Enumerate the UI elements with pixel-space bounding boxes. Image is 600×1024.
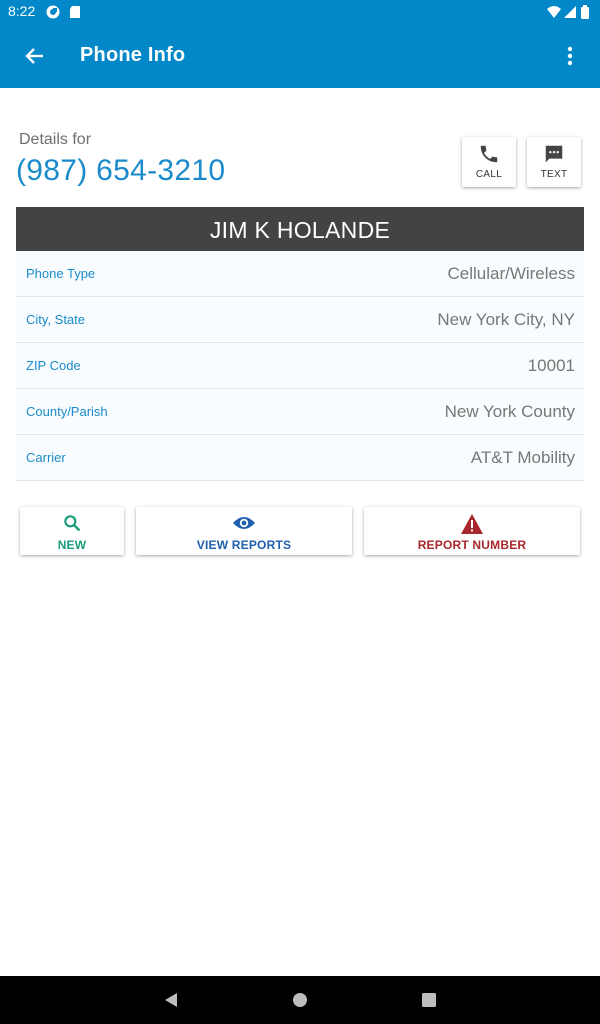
page-title: Phone Info: [80, 44, 186, 66]
info-row-phone-type: Phone Type Cellular/Wireless: [16, 251, 584, 297]
report-number-label: REPORT NUMBER: [417, 538, 527, 552]
info-row-zip-code: ZIP Code 10001: [16, 343, 584, 389]
assistant-icon: [46, 5, 60, 19]
info-value: AT&T Mobility: [470, 448, 575, 467]
text-button[interactable]: TEXT: [527, 137, 581, 187]
text-label: TEXT: [540, 169, 568, 180]
search-icon: [64, 515, 81, 532]
info-value: 10001: [527, 356, 575, 375]
info-key: County/Parish: [26, 404, 108, 419]
info-value: Cellular/Wireless: [447, 264, 575, 283]
info-key: City, State: [26, 312, 86, 327]
battery-icon: [581, 5, 589, 19]
warning-icon: [461, 514, 483, 534]
view-reports-button[interactable]: VIEW REPORTS: [136, 507, 352, 555]
app-bar: Phone Info: [0, 24, 600, 88]
wifi-icon: [547, 6, 561, 18]
phone-icon: [480, 145, 498, 163]
new-label: NEW: [57, 538, 87, 552]
navigation-bar: [0, 976, 600, 1024]
eye-icon: [233, 517, 255, 529]
info-key: Phone Type: [26, 266, 96, 281]
info-key: ZIP Code: [26, 358, 81, 373]
phone-number: (987) 654-3210: [16, 154, 226, 187]
info-value: New York City, NY: [437, 310, 575, 329]
view-reports-label: VIEW REPORTS: [196, 538, 292, 552]
info-row-carrier: Carrier AT&T Mobility: [16, 435, 584, 481]
recents-square-icon[interactable]: [421, 992, 437, 1008]
status-bar: 8:22: [0, 0, 600, 24]
message-icon: [545, 145, 563, 163]
call-label: CALL: [475, 169, 503, 180]
new-button[interactable]: NEW: [20, 507, 124, 555]
back-triangle-icon[interactable]: [163, 992, 179, 1008]
sd-card-icon: [70, 6, 80, 18]
call-button[interactable]: CALL: [462, 137, 516, 187]
info-row-city-state: City, State New York City, NY: [16, 297, 584, 343]
home-circle-icon[interactable]: [292, 992, 308, 1008]
more-vert-icon[interactable]: [560, 44, 580, 68]
info-table: Phone Type Cellular/Wireless City, State…: [16, 251, 584, 481]
info-row-county: County/Parish New York County: [16, 389, 584, 435]
report-number-button[interactable]: REPORT NUMBER: [364, 507, 580, 555]
info-key: Carrier: [26, 450, 66, 465]
status-time: 8:22: [8, 3, 36, 19]
arrow-back-icon[interactable]: [20, 44, 48, 68]
details-label: Details for: [19, 131, 92, 148]
owner-name: JIM K HOLANDE: [16, 207, 584, 251]
info-value: New York County: [444, 402, 575, 421]
signal-icon: [564, 6, 576, 18]
